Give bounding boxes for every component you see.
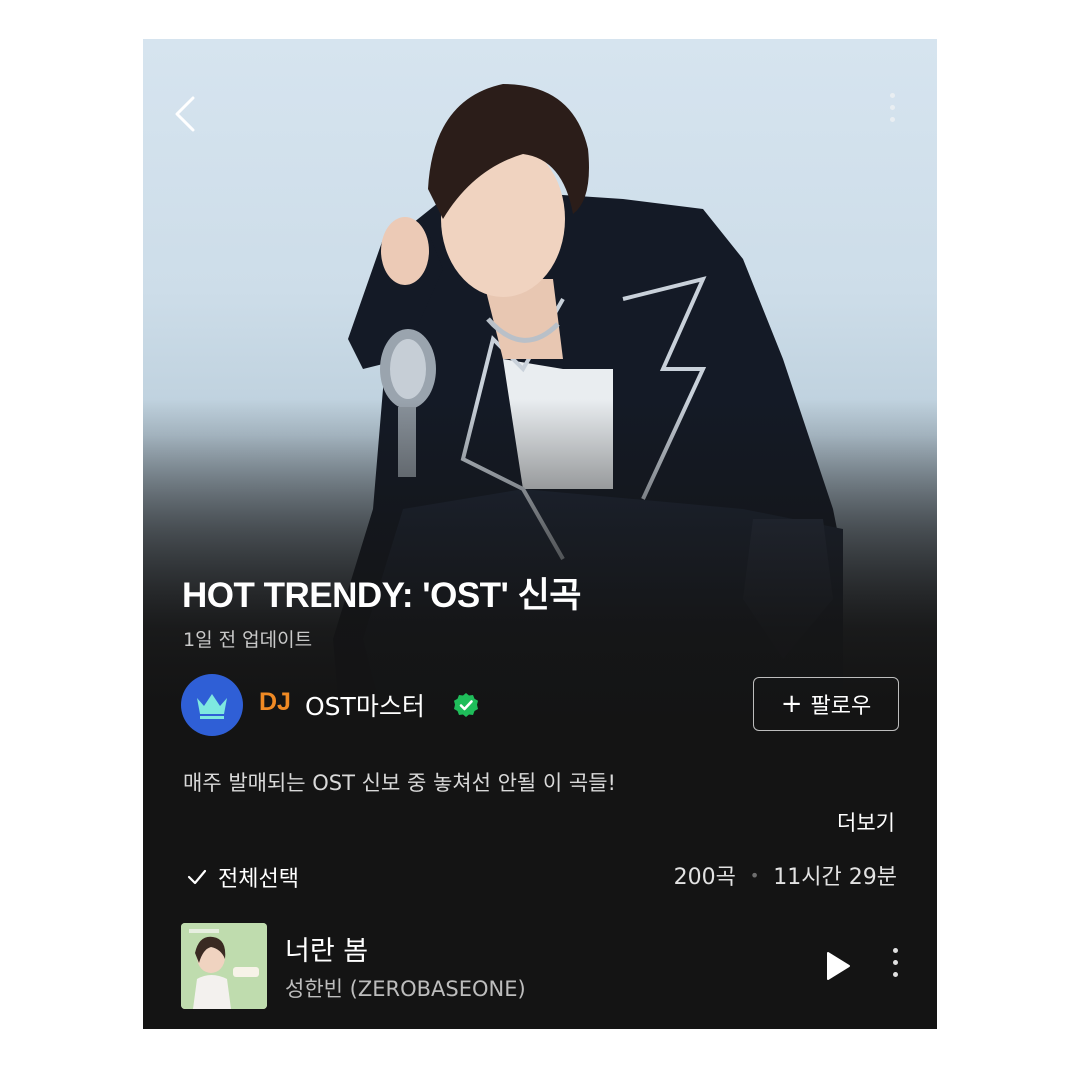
more-vertical-icon	[879, 93, 905, 122]
verified-check-icon	[454, 693, 478, 717]
separator-dot: •	[749, 865, 760, 885]
follow-label: 팔로우	[810, 694, 872, 719]
playlist-title: HOT TRENDY: 'OST' 신곡	[182, 576, 582, 615]
playlist-screen: HOT TRENDY: 'OST' 신곡 1일 전 업데이트 DJ OST마스터…	[143, 39, 937, 1029]
track-title: 너란 봄	[285, 936, 369, 967]
plus-icon: +	[780, 689, 803, 719]
total-duration: 11시간 29분	[773, 865, 897, 890]
crown-icon	[197, 694, 227, 719]
track-more-button[interactable]	[889, 948, 901, 988]
select-all-label: 전체선택	[218, 867, 299, 892]
dj-badge: DJ	[259, 688, 291, 716]
playlist-description: 매주 발매되는 OST 신보 중 놓쳐선 안될 이 곡들!	[183, 771, 616, 795]
dj-name[interactable]: OST마스터	[305, 687, 425, 723]
playlist-meta: 200곡 • 11시간 29분	[674, 859, 897, 891]
more-options-button[interactable]	[879, 93, 905, 137]
play-icon[interactable]	[825, 951, 851, 981]
follow-button[interactable]: + 팔로우	[753, 677, 899, 731]
album-cover-art	[181, 923, 267, 1009]
checkmark-icon	[187, 869, 207, 885]
album-cover	[181, 923, 267, 1009]
track-count: 200곡	[673, 865, 736, 890]
list-item[interactable]: 너란 봄 성한빈 (ZEROBASEONE)	[181, 923, 901, 1009]
select-all-button[interactable]: 전체선택	[186, 861, 299, 893]
chevron-left-icon	[175, 96, 195, 132]
more-description-link[interactable]: 더보기	[837, 807, 895, 837]
more-vertical-icon	[889, 948, 901, 977]
avatar[interactable]	[181, 674, 243, 736]
updated-label: 1일 전 업데이트	[183, 629, 313, 651]
back-button[interactable]	[169, 94, 201, 134]
track-artist: 성한빈 (ZEROBASEONE)	[285, 977, 526, 1001]
